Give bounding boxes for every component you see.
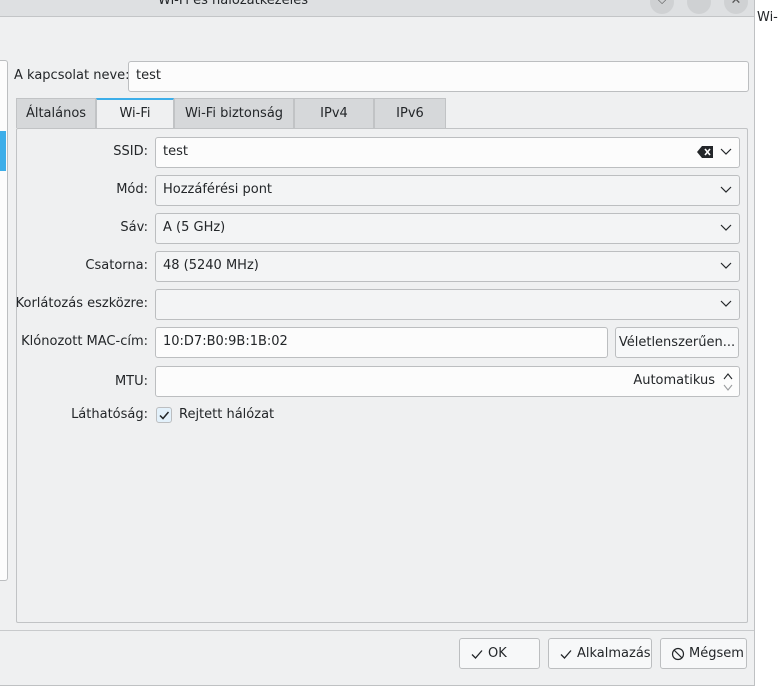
hidden-network-checkbox[interactable] bbox=[156, 407, 172, 423]
checkmark-icon bbox=[159, 411, 170, 420]
connection-name-label: A kapcsolat neve: bbox=[14, 68, 130, 83]
restrict-device-label: Korlátozás eszközre: bbox=[15, 296, 148, 311]
checkmark-icon bbox=[560, 650, 572, 659]
chevron-down-icon[interactable] bbox=[719, 144, 733, 158]
tab-ipv6-label: IPv6 bbox=[396, 106, 424, 121]
cloned-mac-value: 10:D7:B0:9B:1B:02 bbox=[163, 334, 288, 349]
background-window-title-fragment: Wi-F bbox=[757, 10, 778, 25]
connection-name-input[interactable]: test bbox=[128, 61, 749, 92]
chevron-down-icon bbox=[720, 186, 732, 193]
tab-general[interactable]: Általános bbox=[16, 98, 96, 128]
tab-wifi[interactable]: Wi-Fi bbox=[96, 98, 174, 129]
channel-dropdown[interactable]: 48 (5240 MHz) bbox=[155, 251, 740, 282]
channel-label: Csatorna: bbox=[85, 258, 148, 273]
mode-label: Mód: bbox=[116, 182, 148, 197]
cancel-button-label: Mégsem bbox=[689, 646, 744, 661]
apply-button[interactable]: Alkalmazás bbox=[548, 638, 652, 669]
mtu-label: MTU: bbox=[114, 374, 148, 389]
channel-value: 48 (5240 MHz) bbox=[163, 258, 259, 273]
mtu-spinbox[interactable]: Automatikus bbox=[155, 366, 740, 397]
checkmark-icon bbox=[471, 650, 483, 659]
band-dropdown[interactable]: A (5 GHz) bbox=[155, 213, 740, 244]
chevron-down-icon bbox=[720, 224, 732, 231]
randomize-mac-button[interactable]: Véletlenszerűen... bbox=[615, 327, 739, 358]
mode-dropdown[interactable]: Hozzáférési pont bbox=[155, 175, 740, 206]
cancel-icon bbox=[671, 647, 685, 661]
chevron-down-icon bbox=[720, 262, 732, 269]
connection-name-value: test bbox=[136, 68, 161, 83]
clear-text-icon[interactable] bbox=[697, 146, 713, 158]
tab-ipv6[interactable]: IPv6 bbox=[374, 98, 446, 128]
tab-wifi-security-label: Wi-Fi biztonság bbox=[184, 106, 284, 121]
restrict-device-dropdown[interactable] bbox=[155, 289, 740, 320]
tab-wifi-label: Wi-Fi bbox=[119, 106, 151, 121]
close-icon[interactable]: ✕ bbox=[724, 0, 748, 14]
apply-button-label: Alkalmazás bbox=[577, 646, 651, 661]
cloned-mac-label: Klónozott MAC-cím: bbox=[21, 334, 148, 349]
cancel-button[interactable]: Mégsem bbox=[660, 638, 747, 669]
ssid-combobox[interactable]: test bbox=[155, 137, 740, 168]
ok-button-label: OK bbox=[488, 646, 507, 661]
chevron-down-icon bbox=[720, 300, 732, 307]
mode-value: Hozzáférési pont bbox=[163, 182, 273, 197]
tab-wifi-security[interactable]: Wi-Fi biztonság bbox=[174, 98, 294, 128]
ssid-value: test bbox=[163, 144, 188, 159]
title-bar: Wi-Fi és hálózatkezelés ⌵ ⌃ ✕ bbox=[0, 0, 754, 17]
window-title: Wi-Fi és hálózatkezelés bbox=[158, 0, 308, 8]
spin-arrows-icon[interactable] bbox=[722, 371, 734, 393]
dialog-window: Wi-Fi és hálózatkezelés ⌵ ⌃ ✕ A kapcsola… bbox=[0, 0, 755, 686]
band-value: A (5 GHz) bbox=[163, 220, 226, 235]
tab-general-label: Általános bbox=[25, 106, 87, 121]
ok-button[interactable]: OK bbox=[459, 638, 540, 669]
visibility-label: Láthatóság: bbox=[71, 407, 148, 422]
maximize-icon[interactable]: ⌃ bbox=[687, 0, 711, 14]
tab-ipv4-label: IPv4 bbox=[320, 106, 348, 121]
band-label: Sáv: bbox=[120, 220, 148, 235]
cloned-mac-input[interactable]: 10:D7:B0:9B:1B:02 bbox=[155, 327, 608, 358]
ssid-label: SSID: bbox=[113, 144, 148, 159]
minimize-icon[interactable]: ⌵ bbox=[650, 0, 674, 14]
mtu-value: Automatikus bbox=[633, 373, 715, 388]
footer-divider bbox=[0, 630, 754, 631]
tab-ipv4[interactable]: IPv4 bbox=[294, 98, 374, 128]
hidden-network-label[interactable]: Rejtett hálózat bbox=[179, 407, 274, 422]
